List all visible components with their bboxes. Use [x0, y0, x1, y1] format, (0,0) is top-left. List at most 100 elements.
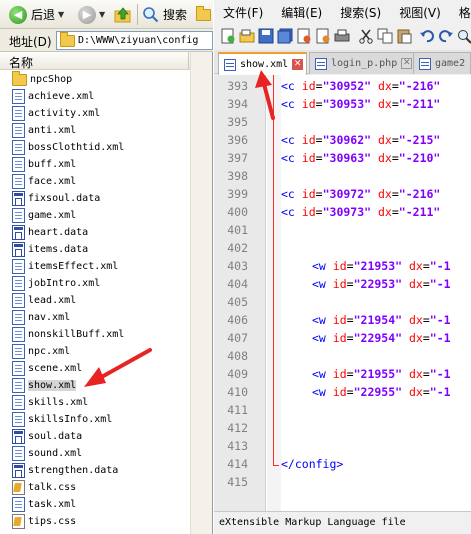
file-item[interactable]: anti.xml: [12, 122, 76, 139]
file-item[interactable]: sound.xml: [12, 445, 82, 462]
back-dropdown-icon[interactable]: ▼: [58, 10, 64, 19]
line-number: 400: [227, 205, 248, 219]
php-file-icon: [315, 57, 327, 70]
file-item[interactable]: bossClothtid.xml: [12, 139, 124, 156]
new-file-icon[interactable]: [220, 28, 236, 44]
file-item[interactable]: achieve.xml: [12, 88, 94, 105]
equals-sign: =: [422, 259, 430, 273]
menu-item[interactable]: 视图(V): [399, 4, 441, 21]
copy-icon[interactable]: [377, 28, 393, 44]
file-item[interactable]: face.xml: [12, 173, 76, 190]
close-file-icon[interactable]: [296, 28, 312, 44]
file-item[interactable]: game.xml: [12, 207, 76, 224]
file-explorer-pane: ◀ 后退 ▼ ▶ ▼ 搜索 地址(D) D:\WWW\ziyuan\config…: [0, 0, 213, 534]
file-item[interactable]: lead.xml: [12, 292, 76, 309]
menu-item[interactable]: 格式(: [459, 4, 471, 21]
up-folder-button[interactable]: [114, 4, 132, 25]
file-list: npcShop achieve.xml activity.xml anti.xml bo…: [0, 70, 190, 534]
cut-icon[interactable]: [358, 28, 374, 44]
file-name: buff.xml: [28, 159, 77, 170]
file-item[interactable]: talk.css: [12, 479, 76, 496]
menu-item[interactable]: 文件(F): [223, 4, 263, 21]
find-icon[interactable]: [456, 28, 471, 44]
tab-show-xml[interactable]: show.xml ✕: [218, 52, 308, 75]
equals-sign: =: [346, 277, 354, 291]
file-item[interactable]: scene.xml: [12, 360, 82, 377]
equals-sign: =: [346, 331, 354, 345]
attr-name: id: [332, 259, 347, 273]
line-number: 411: [227, 403, 248, 417]
redo-icon[interactable]: [438, 28, 454, 44]
xml-file-icon: [12, 497, 25, 512]
file-item[interactable]: buff.xml: [12, 156, 76, 173]
address-input[interactable]: D:\WWW\ziyuan\config: [56, 31, 213, 50]
file-name: npcShop: [30, 74, 73, 85]
code-line: 397 <c id="30963" dx="-210": [214, 149, 471, 167]
paste-icon[interactable]: [396, 28, 412, 44]
equals-sign: =: [315, 97, 323, 111]
menu-bar: 文件(F) 编辑(E) 搜索(S) 视图(V) 格式(: [214, 0, 471, 24]
file-item[interactable]: show.xml: [12, 377, 77, 394]
equals-sign: =: [315, 187, 323, 201]
forward-button[interactable]: ▶ ▼: [78, 4, 105, 25]
line-number: 410: [227, 385, 248, 399]
close-all-icon[interactable]: [315, 28, 331, 44]
attr-value: "-215": [398, 133, 441, 147]
file-item[interactable]: heart.data: [12, 224, 88, 241]
file-item[interactable]: activity.xml: [12, 105, 100, 122]
code-line: 412: [214, 419, 471, 437]
name-column-header[interactable]: 名称: [0, 52, 190, 70]
file-item[interactable]: skillsInfo.xml: [12, 411, 112, 428]
close-tab-icon[interactable]: ✕: [292, 59, 304, 70]
menu-item[interactable]: 搜索(S): [340, 4, 381, 21]
file-item[interactable]: itemsEffect.xml: [12, 258, 118, 275]
print-icon[interactable]: [334, 28, 350, 44]
search-button[interactable]: 搜索: [142, 4, 187, 25]
file-item[interactable]: jobIntro.xml: [12, 275, 100, 292]
file-item[interactable]: npc.xml: [12, 343, 70, 360]
line-number: 407: [227, 331, 248, 345]
tab-label: show.xml: [240, 59, 289, 70]
attr-value: "30962": [322, 133, 372, 147]
folders-button[interactable]: [196, 4, 211, 25]
close-tab-icon[interactable]: ✕: [401, 58, 413, 69]
explorer-scrollbar[interactable]: [190, 52, 212, 534]
data-file-icon: [12, 191, 25, 206]
xml-file-icon: [12, 293, 25, 308]
line-number: 402: [227, 241, 248, 255]
xml-file-icon: [12, 276, 25, 291]
file-item[interactable]: fixsoul.data: [12, 190, 100, 207]
save-icon[interactable]: [258, 28, 274, 44]
forward-dropdown-icon[interactable]: ▼: [99, 10, 105, 19]
tab-login-php[interactable]: login_p.php ✕: [309, 52, 417, 74]
xml-file-icon: [12, 157, 25, 172]
code-line: 399 <c id="30972" dx="-216": [214, 185, 471, 203]
code-text: <w id="21953" dx="-1: [312, 257, 451, 275]
code-editor[interactable]: 393 <c id="30952" dx="-216" 394 <c id="3095…: [214, 75, 471, 511]
code-text: <c id="30962" dx="-215": [281, 131, 440, 149]
open-file-icon[interactable]: [239, 28, 255, 44]
line-number: 395: [227, 115, 248, 129]
file-item[interactable]: strengthen.data: [12, 462, 118, 479]
file-item[interactable]: soul.data: [12, 428, 82, 445]
back-button[interactable]: ◀ 后退 ▼: [9, 4, 64, 25]
undo-icon[interactable]: [419, 28, 435, 44]
file-item[interactable]: nonskillBuff.xml: [12, 326, 124, 343]
code-text: <c id="30952" dx="-216": [281, 77, 440, 95]
file-item[interactable]: nav.xml: [12, 309, 70, 326]
xml-file-icon: [12, 344, 25, 359]
file-item[interactable]: items.data: [12, 241, 88, 258]
file-name: game.xml: [28, 210, 77, 221]
file-item[interactable]: skills.xml: [12, 394, 88, 411]
xml-file-icon: [12, 361, 25, 376]
attr-value: "22954": [353, 331, 403, 345]
save-all-icon[interactable]: [277, 28, 293, 44]
xml-tag: <w: [312, 385, 326, 399]
file-item[interactable]: tips.css: [12, 513, 76, 530]
file-item[interactable]: task.xml: [12, 496, 76, 513]
search-icon: [143, 7, 159, 23]
file-item[interactable]: npcShop: [12, 70, 73, 88]
menu-item[interactable]: 编辑(E): [281, 4, 322, 21]
tab-game2[interactable]: game2: [413, 52, 471, 74]
line-number: 396: [227, 133, 248, 147]
